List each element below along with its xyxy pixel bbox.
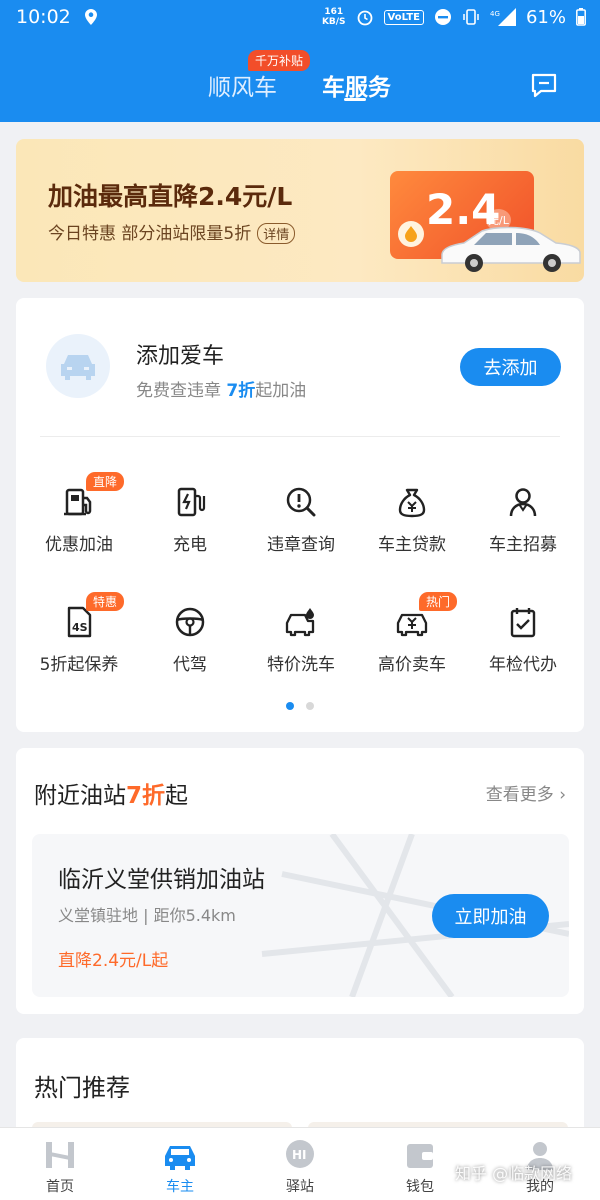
violation-search-icon <box>286 487 316 517</box>
money-bag-icon <box>398 488 426 518</box>
svg-text:4S: 4S <box>72 621 88 634</box>
see-more-link[interactable]: 查看更多 › <box>486 780 566 805</box>
page-dot-active <box>286 702 294 710</box>
charger-icon <box>177 487 206 517</box>
tab-home[interactable]: 首页 <box>20 1138 100 1196</box>
battery-icon <box>576 8 586 26</box>
station-address: 义堂镇驻地 | 距你5.4km <box>58 906 236 925</box>
divider <box>40 436 560 437</box>
banner-subtitle: 今日特惠 部分油站限量5折 详情 <box>48 219 296 244</box>
service-label: 年检代办 <box>489 655 557 675</box>
station-card[interactable]: 临沂义堂供销加油站 义堂镇驻地 | 距你5.4km 直降2.4元/L起 立即加油 <box>32 834 569 997</box>
vibrate-icon <box>463 9 479 25</box>
service-label: 违章查询 <box>267 535 335 555</box>
nearby-title: 附近油站7折起 <box>34 783 189 809</box>
wallet-icon <box>407 1144 433 1168</box>
car-silhouette-icon <box>61 355 95 380</box>
add-car-subtitle: 免费查违章 7折起加油 <box>136 381 307 401</box>
active-tab-indicator <box>344 98 366 101</box>
add-car-title: 添加爱车 <box>136 344 225 369</box>
car-services-panel: 添加爱车 免费查违章 7折起加油 去添加 直降 优惠加油 充电 违章查询 车主贷… <box>16 298 584 732</box>
chevron-right-icon: › <box>559 785 566 805</box>
refuel-now-button[interactable]: 立即加油 <box>432 894 549 938</box>
inspection-calendar-icon <box>510 608 536 638</box>
banner-title: 加油最高直降2.4元/L <box>48 182 293 211</box>
service-sell-car[interactable]: 热门 高价卖车 <box>357 592 467 675</box>
battery-level: 61% <box>525 6 566 28</box>
steering-wheel-icon <box>175 607 205 637</box>
service-fuel[interactable]: 直降 优惠加油 <box>24 472 134 555</box>
station-price: 直降2.4元/L起 <box>58 951 169 971</box>
tab-wallet[interactable]: 钱包 <box>380 1138 460 1196</box>
service-label: 优惠加油 <box>45 535 113 555</box>
service-label: 高价卖车 <box>378 655 446 675</box>
top-header: 千万补贴 顺风车 车服务 <box>0 34 600 122</box>
tab-car-service[interactable]: 车服务 <box>322 68 391 102</box>
service-label: 充电 <box>173 535 207 555</box>
nearby-stations-panel: 附近油站7折起 查看更多 › 临沂义堂供销加油站 义堂镇驻地 | 距你5.4km… <box>16 748 584 1014</box>
car-wash-icon <box>285 608 315 637</box>
service-label: 5折起保养 <box>39 655 119 675</box>
volte-badge: VoLTE <box>383 9 424 25</box>
fuel-promo-banner[interactable]: 加油最高直降2.4元/L 今日特惠 部分油站限量5折 详情 2.4 元/L <box>16 139 584 282</box>
status-bar: 10:02 161 KB/S VoLTE 4G 61% <box>0 0 600 34</box>
detail-button[interactable]: 详情 <box>257 223 296 244</box>
tag-tehui: 特惠 <box>86 592 125 611</box>
hi-station-icon: HI <box>286 1140 314 1168</box>
tag-zhijiang: 直降 <box>86 472 125 491</box>
service-wash[interactable]: 特价洗车 <box>246 604 356 675</box>
service-inspection[interactable]: 年检代办 <box>468 604 578 675</box>
car-avatar[interactable] <box>46 334 110 398</box>
dnd-icon <box>434 9 451 25</box>
network-speed: 161 KB/S <box>321 7 346 27</box>
service-label: 代驾 <box>173 655 207 675</box>
page-indicator <box>286 702 314 710</box>
fuel-drop-icon <box>398 221 424 247</box>
service-label: 特价洗车 <box>267 655 335 675</box>
service-label: 车主招募 <box>489 535 557 555</box>
service-maintenance[interactable]: 4S 特惠 5折起保养 <box>24 592 134 675</box>
message-icon[interactable] <box>530 72 558 98</box>
station-name: 临沂义堂供销加油站 <box>58 867 265 893</box>
service-violation[interactable]: 违章查询 <box>246 484 356 555</box>
add-car-button[interactable]: 去添加 <box>460 348 561 386</box>
service-loan[interactable]: 车主贷款 <box>357 484 467 555</box>
driver-person-icon <box>509 488 537 517</box>
service-label: 车主贷款 <box>378 535 446 555</box>
service-recruit[interactable]: 车主招募 <box>468 484 578 555</box>
hot-title: 热门推荐 <box>34 1074 130 1102</box>
service-chauffeur[interactable]: 代驾 <box>135 604 245 675</box>
svg-text:4G: 4G <box>490 10 500 18</box>
location-icon <box>84 9 97 25</box>
tab-shunfeng[interactable]: 顺风车 <box>208 68 277 102</box>
alarm-icon <box>357 10 372 26</box>
car-icon <box>165 1146 195 1170</box>
page-dot <box>306 702 314 710</box>
tab-car-owner[interactable]: 车主 <box>140 1138 220 1196</box>
status-time: 10:02 <box>16 6 71 28</box>
signal-icon: 4G <box>490 8 516 26</box>
home-logo-icon <box>46 1142 74 1168</box>
tag-remen: 热门 <box>419 592 458 611</box>
tab-station[interactable]: HI 驿站 <box>260 1138 340 1196</box>
car-illustration-icon <box>441 226 581 272</box>
service-charge[interactable]: 充电 <box>135 484 245 555</box>
svg-text:HI: HI <box>292 1148 307 1162</box>
watermark: 知乎 @临款网络 <box>455 1164 573 1183</box>
